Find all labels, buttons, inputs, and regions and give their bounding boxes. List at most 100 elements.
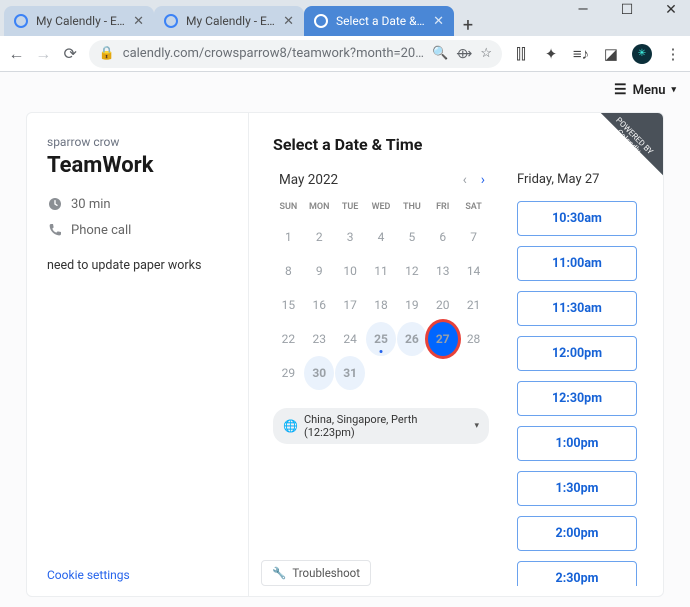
location-row: Phone call: [47, 222, 228, 238]
time-slots-list[interactable]: 10:30am 11:00am 11:30am 12:00pm 12:30pm 1:00p…: [517, 201, 643, 586]
dow-cell: FRI: [427, 198, 458, 220]
extensions-puzzle-icon[interactable]: ✦: [542, 45, 560, 63]
cookie-settings-link[interactable]: Cookie settings: [47, 568, 130, 582]
time-slot[interactable]: 1:00pm: [517, 426, 637, 461]
lock-icon: 🔒: [99, 46, 115, 61]
reload-button[interactable]: ⟳: [62, 44, 79, 63]
time-slot[interactable]: 11:00am: [517, 246, 637, 281]
minimize-button[interactable]: —: [570, 2, 596, 18]
calendar-day: [366, 356, 397, 390]
timezone-picker[interactable]: 🌐 China, Singapore, Perth (12:23pm) ▾: [273, 408, 489, 444]
new-tab-button[interactable]: +: [454, 15, 482, 36]
hamburger-icon: ☰: [614, 82, 627, 98]
time-slot[interactable]: 1:30pm: [517, 471, 637, 506]
event-description: need to update paper works: [47, 258, 228, 273]
day-of-week-header: SUNMONTUEWEDTHUFRISAT: [273, 198, 489, 220]
forward-button[interactable]: →: [35, 44, 52, 64]
time-slot[interactable]: 11:30am: [517, 291, 637, 326]
calendar-day: 1: [273, 220, 304, 254]
reading-list-icon[interactable]: ≡♪: [572, 45, 590, 63]
calendar-day: 29: [273, 356, 304, 390]
calendar-week: 293031: [273, 356, 489, 390]
tab-title: My Calendly - Edit: [36, 14, 125, 28]
calendar-day: 23: [304, 322, 335, 356]
calendar-day: 8: [273, 254, 304, 288]
phone-icon: [47, 222, 63, 238]
calendar-day: 24: [335, 322, 366, 356]
calendar-day: 13: [427, 254, 458, 288]
calendar-day: 5: [396, 220, 427, 254]
calendar-header: May 2022 ‹ ›: [273, 172, 489, 188]
window-controls: — ☐ ✕: [570, 2, 684, 18]
time-slot[interactable]: 12:30pm: [517, 381, 637, 416]
extension-square-icon[interactable]: ◪: [602, 45, 620, 63]
calendar-day[interactable]: 30: [304, 356, 335, 390]
selected-date-label: Friday, May 27: [517, 172, 643, 187]
close-tab-icon[interactable]: ✕: [283, 14, 294, 29]
profile-avatar[interactable]: ✳: [632, 44, 652, 64]
time-slot[interactable]: 2:00pm: [517, 516, 637, 551]
calendar-day: [396, 356, 427, 390]
kebab-menu-icon[interactable]: ⋮: [664, 45, 682, 63]
calendar-day: 10: [335, 254, 366, 288]
translate-icon[interactable]: ⟴: [456, 46, 472, 62]
calendar-day: 22: [273, 322, 304, 356]
calendar-day: 18: [366, 288, 397, 322]
calendar-week: 1234567: [273, 220, 489, 254]
time-slots-column: Friday, May 27 10:30am 11:00am 11:30am 12:0…: [517, 172, 643, 586]
month-label: May 2022: [273, 172, 338, 188]
calendar-day: 7: [458, 220, 489, 254]
address-bar[interactable]: 🔒 calendly.com/crowsparrow8/teamwork?mon…: [89, 40, 502, 68]
calendar-day[interactable]: 26: [396, 322, 427, 356]
dow-cell: TUE: [335, 198, 366, 220]
calendar-day: 20: [427, 288, 458, 322]
menu-button[interactable]: ☰ Menu ▾: [614, 82, 676, 98]
calendar-day: 19: [396, 288, 427, 322]
close-window-button[interactable]: ✕: [658, 2, 684, 18]
calendar-day: 21: [458, 288, 489, 322]
dow-cell: MON: [304, 198, 335, 220]
calendar-day: 9: [304, 254, 335, 288]
caret-down-icon: ▾: [474, 421, 479, 431]
calendly-favicon-icon: [164, 14, 178, 28]
calendar-day[interactable]: 27: [427, 322, 458, 356]
calendar-day[interactable]: 31: [335, 356, 366, 390]
calendly-favicon-icon: [14, 14, 28, 28]
scheduler-panel: Select a Date & Time May 2022 ‹ › SUNMON…: [249, 113, 663, 596]
maximize-button[interactable]: ☐: [614, 2, 640, 18]
time-slot[interactable]: 2:30pm: [517, 561, 637, 586]
calendar-week: 15161718192021: [273, 288, 489, 322]
menu-label: Menu: [633, 83, 666, 98]
bookmark-star-icon[interactable]: ☆: [480, 46, 492, 61]
browser-tab-3-active[interactable]: Select a Date & Ti ✕: [304, 6, 454, 36]
location-text: Phone call: [71, 223, 131, 238]
booking-card: POWERED BY Calendly sparrow crow TeamWor…: [26, 112, 664, 597]
time-slot[interactable]: 12:00pm: [517, 336, 637, 371]
dow-cell: THU: [396, 198, 427, 220]
timezone-text: China, Singapore, Perth (12:23pm): [304, 413, 469, 439]
time-slot[interactable]: 10:30am: [517, 201, 637, 236]
calendar-day: 15: [273, 288, 304, 322]
browser-tab-2[interactable]: My Calendly - Even ✕: [154, 6, 304, 36]
calendar-day: 4: [366, 220, 397, 254]
zoom-icon[interactable]: 🔍: [432, 46, 448, 61]
troubleshoot-button[interactable]: 🔧 Troubleshoot: [261, 560, 371, 586]
browser-tab-1[interactable]: My Calendly - Edit ✕: [4, 6, 154, 36]
close-tab-icon[interactable]: ✕: [433, 14, 444, 29]
calendar-day: 11: [366, 254, 397, 288]
calendar-day: 14: [458, 254, 489, 288]
calendar-week: 22232425262728: [273, 322, 489, 356]
calendar: May 2022 ‹ › SUNMONTUEWEDTHUFRISAT 12345…: [273, 172, 489, 586]
prev-month-button[interactable]: ‹: [463, 172, 467, 188]
close-tab-icon[interactable]: ✕: [133, 14, 144, 29]
back-button[interactable]: ←: [8, 44, 25, 64]
extension-icon[interactable]: ⫿⫿: [512, 45, 530, 63]
next-month-button[interactable]: ›: [481, 172, 485, 188]
event-details-panel: sparrow crow TeamWork 30 min Phone call …: [27, 113, 249, 596]
calendar-day: [427, 356, 458, 390]
globe-icon: 🌐: [283, 419, 298, 433]
calendar-day: 2: [304, 220, 335, 254]
calendar-day[interactable]: 25: [366, 322, 397, 356]
clock-icon: [47, 196, 63, 212]
host-name: sparrow crow: [47, 135, 228, 149]
